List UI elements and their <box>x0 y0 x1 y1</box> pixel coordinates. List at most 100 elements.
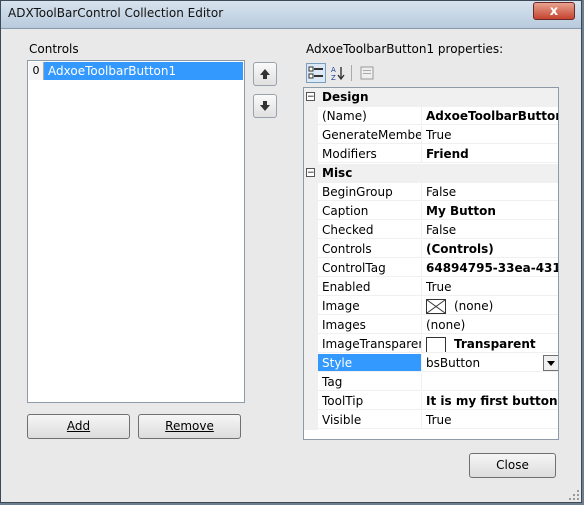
property-row[interactable]: ControlTag64894795-33ea-4318-a <box>304 259 558 278</box>
row-gutter <box>304 373 318 392</box>
property-row[interactable]: Visible True <box>304 411 558 430</box>
property-value[interactable]: False <box>422 183 558 201</box>
property-value-color[interactable]: Transparent <box>422 335 558 353</box>
collection-editor-window: ADXToolBarControl Collection Editor x Co… <box>0 0 582 503</box>
property-name: Tag <box>318 373 422 391</box>
property-row[interactable]: Modifiers Friend <box>304 145 558 164</box>
list-item-name: AdxoeToolbarButton1 <box>44 62 243 80</box>
property-row[interactable]: Enabled True <box>304 278 558 297</box>
row-gutter <box>304 221 318 240</box>
property-row[interactable]: GenerateMember True <box>304 126 558 145</box>
property-name: ImageTransparentColor <box>318 335 422 353</box>
property-row[interactable]: Caption My Button <box>304 202 558 221</box>
row-gutter <box>304 335 318 354</box>
add-button-label: Add <box>66 419 91 433</box>
property-value[interactable]: AdxoeToolbarButton1 <box>422 107 558 125</box>
property-value-text: Transparent <box>454 337 536 351</box>
categorized-icon <box>308 66 323 79</box>
window-title: ADXToolBarControl Collection Editor <box>8 6 224 20</box>
category-misc[interactable]: − Misc <box>304 164 558 183</box>
move-down-icon <box>260 101 270 111</box>
property-name: ToolTip <box>318 392 422 410</box>
property-value[interactable]: (none) <box>422 316 558 334</box>
list-item[interactable]: 0 AdxoeToolbarButton1 <box>29 62 243 80</box>
move-down-button[interactable] <box>253 94 277 118</box>
list-item-index: 0 <box>29 62 44 80</box>
property-name: Controls <box>318 240 422 258</box>
property-row[interactable]: Image (none) <box>304 297 558 316</box>
size-grip-icon[interactable] <box>569 490 579 500</box>
row-gutter <box>304 202 318 221</box>
property-row[interactable]: ImageTransparentColor Transparent <box>304 335 558 354</box>
property-name: (Name) <box>318 107 422 125</box>
property-row[interactable]: Images (none) <box>304 316 558 335</box>
title-bar[interactable]: ADXToolBarControl Collection Editor x <box>1 1 581 29</box>
row-gutter <box>304 107 318 126</box>
property-row[interactable]: Controls (Controls) <box>304 240 558 259</box>
properties-label: AdxoeToolbarButton1 properties: <box>306 42 504 56</box>
property-value-image[interactable]: (none) <box>422 297 558 315</box>
row-gutter <box>304 354 318 373</box>
property-row[interactable]: BeginGroup False <box>304 183 558 202</box>
property-row[interactable]: Tag <box>304 373 558 392</box>
property-value[interactable] <box>422 373 558 391</box>
property-value[interactable]: Friend <box>422 145 558 163</box>
row-gutter <box>304 316 318 335</box>
members-listbox[interactable]: 0 AdxoeToolbarButton1 <box>27 60 245 403</box>
property-value[interactable]: It is my first button <box>422 392 558 410</box>
remove-button[interactable]: Remove <box>138 414 241 439</box>
property-value[interactable]: My Button <box>422 202 558 220</box>
dropdown-arrow-icon <box>547 360 555 366</box>
dropdown-button[interactable] <box>543 355 558 371</box>
property-value[interactable]: 64894795-33ea-4318-a <box>422 259 558 277</box>
property-name: Images <box>318 316 422 334</box>
toolbar-separator <box>351 65 352 81</box>
property-name: Modifiers <box>318 145 422 163</box>
collapse-icon[interactable]: − <box>306 92 315 102</box>
row-gutter <box>304 297 318 316</box>
row-gutter <box>304 392 318 411</box>
add-button[interactable]: Add <box>27 414 130 439</box>
move-up-button[interactable] <box>253 62 277 86</box>
property-value[interactable]: True <box>422 126 558 144</box>
property-value[interactable]: True <box>422 278 558 296</box>
property-value[interactable]: False <box>422 221 558 239</box>
category-name: Misc <box>322 166 353 180</box>
close-button[interactable]: Close <box>469 453 556 478</box>
property-grid-toolbar: A Z <box>304 61 558 85</box>
property-pages-button[interactable] <box>357 63 377 83</box>
property-value-text: bsButton <box>426 356 481 370</box>
row-gutter <box>304 259 318 278</box>
row-gutter <box>304 278 318 297</box>
row-gutter <box>304 411 318 430</box>
alphabetical-button[interactable]: A Z <box>328 63 348 83</box>
property-name: GenerateMember <box>318 126 422 144</box>
alphabetical-icon: A Z <box>331 66 345 81</box>
category-design[interactable]: − Design <box>304 88 558 107</box>
property-value[interactable]: True <box>422 411 558 429</box>
property-name: Enabled <box>318 278 422 296</box>
property-row-selected[interactable]: Style bsButton <box>304 354 558 373</box>
svg-text:Z: Z <box>331 74 336 81</box>
property-value[interactable]: (Controls) <box>422 240 558 258</box>
property-value-dropdown[interactable]: bsButton <box>422 354 558 372</box>
property-row[interactable]: Checked False <box>304 221 558 240</box>
property-value-text: (none) <box>454 299 494 313</box>
property-name: ControlTag <box>318 259 422 277</box>
property-name: Style <box>318 354 422 372</box>
property-name: Checked <box>318 221 422 239</box>
property-row[interactable]: (Name) AdxoeToolbarButton1 <box>304 107 558 126</box>
close-window-button[interactable]: x <box>533 2 575 20</box>
no-image-icon <box>426 299 446 314</box>
property-row[interactable]: ToolTip It is my first button <box>304 392 558 411</box>
color-swatch <box>426 336 446 352</box>
property-grid[interactable]: − Design (Name) AdxoeToolbarButton1 Gener… <box>303 87 559 440</box>
row-gutter <box>304 240 318 259</box>
svg-text:A: A <box>331 66 336 74</box>
row-gutter <box>304 183 318 202</box>
property-name: BeginGroup <box>318 183 422 201</box>
move-up-icon <box>260 69 270 79</box>
categorized-button[interactable] <box>306 63 326 83</box>
members-label: Controls <box>29 42 79 56</box>
collapse-icon[interactable]: − <box>306 168 315 178</box>
